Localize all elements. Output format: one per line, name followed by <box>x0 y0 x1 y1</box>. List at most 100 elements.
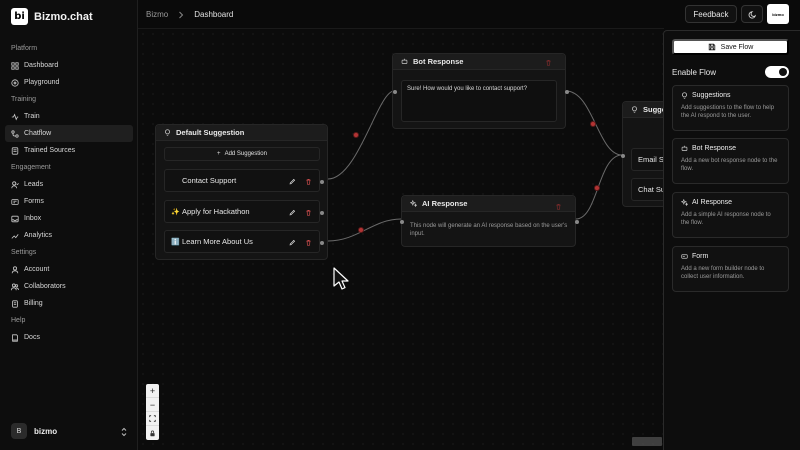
sidebar-nav: Platform Dashboard Playground Training T… <box>0 40 138 346</box>
output-handle[interactable] <box>320 241 324 245</box>
card-description: Add a new bot response node to the flow. <box>681 158 778 172</box>
lock-button[interactable] <box>146 426 159 440</box>
edge-delete-dot[interactable] <box>590 121 596 127</box>
sidebar-item-docs[interactable]: Docs <box>5 329 133 346</box>
node-header[interactable]: Bot Response <box>393 54 565 70</box>
trash-icon[interactable] <box>555 203 562 210</box>
palette-card-suggestions[interactable]: Suggestions Add suggestions to the flow … <box>672 85 789 131</box>
trash-icon[interactable] <box>305 178 312 185</box>
zoom-controls: + − <box>146 384 159 440</box>
edge-learn-to-ai <box>327 218 402 242</box>
brand[interactable]: bi Bizmo.chat <box>11 8 93 25</box>
bot-response-node[interactable]: Bot Response Sure! How would you like to… <box>392 53 569 129</box>
account-avatar[interactable]: bizmo <box>767 4 789 24</box>
output-handle[interactable] <box>320 211 324 215</box>
suggestion-item-apply-hackathon[interactable]: ✨ Apply for Hackathon <box>164 200 320 223</box>
output-handle[interactable] <box>320 180 324 184</box>
collaborators-icon <box>11 283 19 291</box>
sidebar: bi Bizmo.chat Platform Dashboard Playgro… <box>0 0 138 450</box>
zoom-in-button[interactable]: + <box>146 384 159 398</box>
sidebar-item-playground[interactable]: Playground <box>5 74 133 91</box>
breadcrumb-root[interactable]: Bizmo <box>146 10 168 19</box>
sidebar-item-inbox[interactable]: Inbox <box>5 210 133 227</box>
lightbulb-icon <box>165 129 170 136</box>
fit-view-button[interactable] <box>146 412 159 426</box>
suggestion-item-contact-support[interactable]: Contact Support <box>164 169 320 192</box>
trash-icon[interactable] <box>545 59 552 66</box>
sidebar-item-chatflow[interactable]: Chatflow <box>5 125 133 142</box>
sidebar-item-label: Docs <box>24 334 40 341</box>
add-suggestion-button[interactable]: + Add Suggestion <box>164 147 320 161</box>
pencil-icon[interactable] <box>289 239 296 246</box>
nav-section-title: Engagement <box>11 164 51 171</box>
palette-card-ai-response[interactable]: AI Response Add a simple AI response nod… <box>672 192 789 238</box>
sidebar-item-train[interactable]: Train <box>5 108 133 125</box>
enable-flow-toggle[interactable] <box>765 66 789 78</box>
brand-logo: bi <box>11 8 28 25</box>
ai-response-node[interactable]: AI Response This node will generate an A… <box>400 195 579 247</box>
output-handle[interactable] <box>575 220 579 224</box>
input-handle[interactable] <box>393 90 397 94</box>
sidebar-item-account[interactable]: Account <box>5 261 133 278</box>
suggestion-label: Learn More About Us <box>182 237 253 246</box>
sidebar-item-analytics[interactable]: Analytics <box>5 227 133 244</box>
sidebar-item-trained-sources[interactable]: Trained Sources <box>5 142 133 159</box>
sidebar-item-billing[interactable]: Billing <box>5 295 133 312</box>
sidebar-item-label: Train <box>24 113 40 120</box>
card-title: Form <box>681 253 780 260</box>
chatflow-icon <box>11 129 19 138</box>
bot-icon <box>681 145 688 151</box>
suggestion-item-learn-more[interactable]: ℹ️ Learn More About Us <box>164 230 320 253</box>
edge-delete-dot[interactable] <box>594 185 600 191</box>
node-header[interactable]: Default Suggestion <box>156 125 327 141</box>
sidebar-item-label: Dashboard <box>24 62 59 69</box>
bot-response-textarea[interactable]: Sure! How would you like to contact supp… <box>401 80 557 122</box>
nav-section-title: Help <box>11 317 26 324</box>
account-icon <box>11 265 19 274</box>
sidebar-item-label: Playground <box>24 79 60 86</box>
nav-section-title: Platform <box>11 45 38 52</box>
output-handle[interactable] <box>565 90 569 94</box>
forms-icon <box>11 198 19 206</box>
input-handle[interactable] <box>400 220 404 224</box>
nav-section-title: Training <box>11 96 37 103</box>
card-title: Bot Response <box>681 145 780 152</box>
lightbulb-icon <box>632 106 637 113</box>
sidebar-item-label: Collaborators <box>24 283 66 290</box>
edge-delete-dot[interactable] <box>358 227 364 233</box>
user-switcher[interactable]: B bizmo <box>11 423 57 439</box>
save-icon <box>708 43 715 51</box>
sidebar-item-label: Billing <box>24 300 43 307</box>
enable-flow-label: Enable Flow <box>672 67 717 77</box>
brand-name: Bizmo.chat <box>34 10 93 23</box>
user-name: bizmo <box>34 426 58 436</box>
inbox-icon <box>11 215 19 223</box>
chevron-right-icon <box>179 11 184 18</box>
sidebar-item-dashboard[interactable]: Dashboard <box>5 57 133 74</box>
trash-icon[interactable] <box>305 209 312 216</box>
node-header[interactable]: AI Response <box>402 196 575 212</box>
chevron-updown-icon[interactable] <box>120 427 128 437</box>
card-title-text: Suggestions <box>692 92 731 99</box>
palette-card-bot-response[interactable]: Bot Response Add a new bot response node… <box>672 138 789 184</box>
sources-icon <box>11 146 19 155</box>
sidebar-item-label: Chatflow <box>24 130 52 137</box>
flow-canvas[interactable]: Default Suggestion + Add Suggestion Cont… <box>138 28 691 450</box>
trash-icon[interactable] <box>305 239 312 246</box>
theme-toggle-button[interactable] <box>741 5 763 23</box>
pencil-icon[interactable] <box>289 178 296 185</box>
edge-delete-dot[interactable] <box>353 132 359 138</box>
dashboard-icon <box>11 61 19 70</box>
pencil-icon[interactable] <box>289 209 296 216</box>
save-flow-label: Save Flow <box>720 43 754 51</box>
sparkles-icon <box>410 200 417 207</box>
feedback-button[interactable]: Feedback <box>685 5 737 23</box>
sidebar-item-leads[interactable]: Leads <box>5 176 133 193</box>
sidebar-item-forms[interactable]: Forms <box>5 193 133 210</box>
sidebar-item-collaborators[interactable]: Collaborators <box>5 278 133 295</box>
palette-card-form[interactable]: Form Add a new form builder node to coll… <box>672 246 789 292</box>
default-suggestion-node[interactable]: Default Suggestion + Add Suggestion Cont… <box>155 124 328 260</box>
input-handle[interactable] <box>621 154 625 158</box>
save-flow-button[interactable]: Save Flow <box>672 39 789 55</box>
zoom-out-button[interactable]: − <box>146 398 159 412</box>
